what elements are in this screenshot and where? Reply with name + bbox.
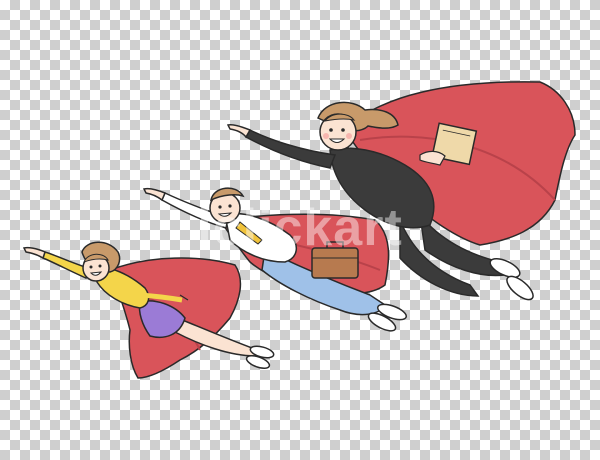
transparent-canvas: iclickart xyxy=(0,0,600,460)
girl-in-sweater-hero xyxy=(22,241,275,379)
flying-superheroes-illustration xyxy=(22,81,576,379)
pointing-hand xyxy=(22,246,46,260)
pointing-arm xyxy=(42,251,89,280)
pointing-hand xyxy=(142,187,166,202)
briefcase-icon xyxy=(311,241,359,279)
pointing-hand xyxy=(226,124,252,139)
shoe xyxy=(506,275,534,301)
